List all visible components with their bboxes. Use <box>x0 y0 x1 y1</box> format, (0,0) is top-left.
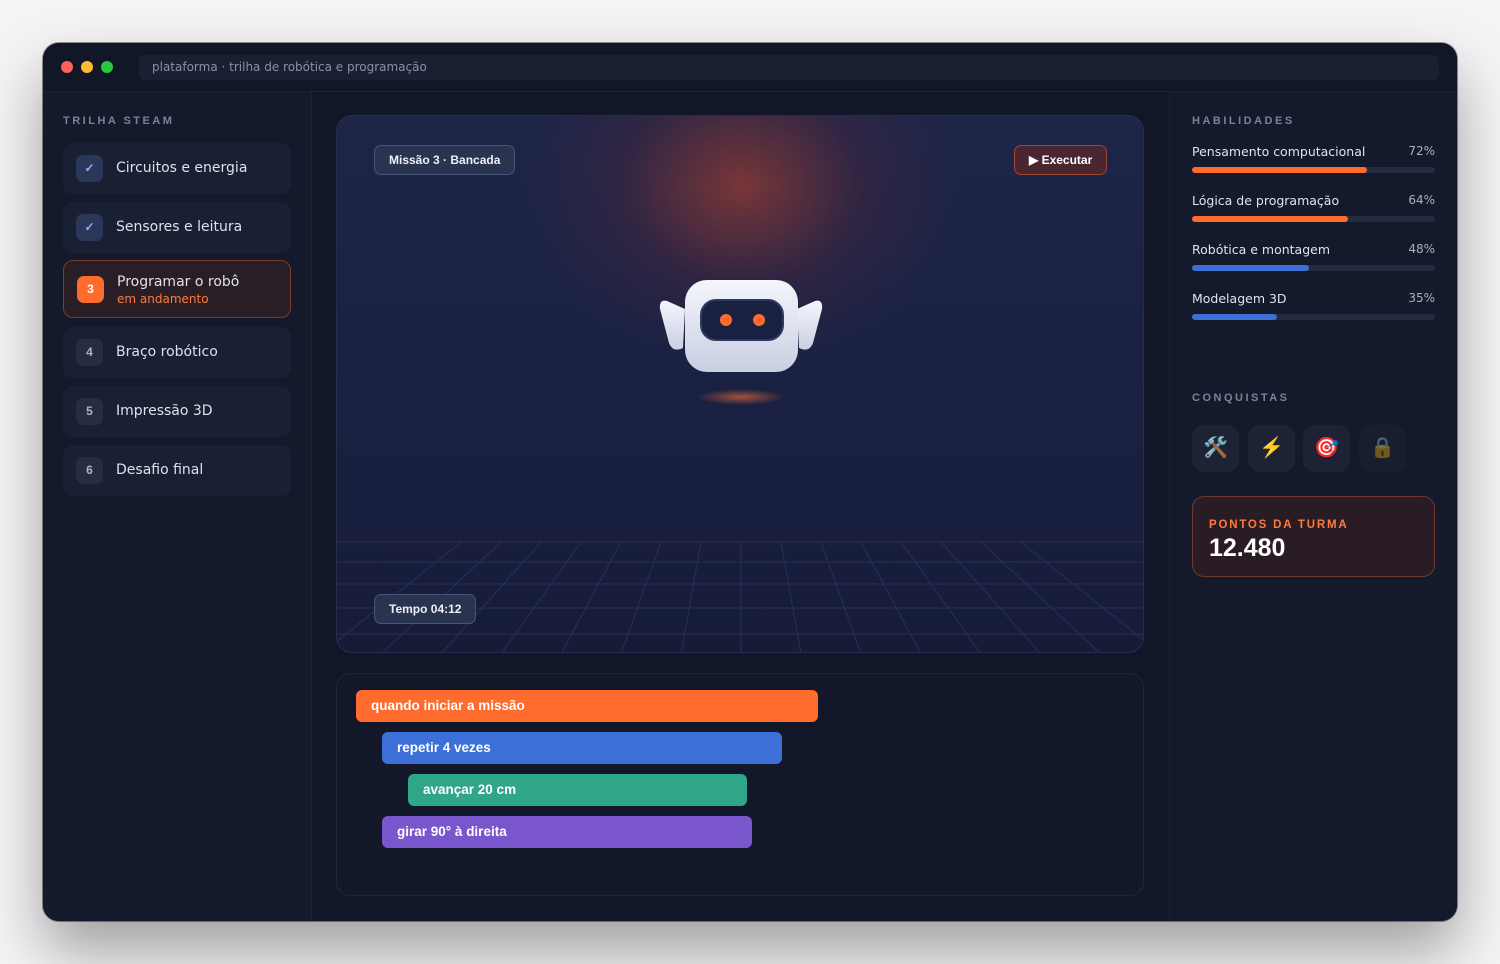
code-block-turn[interactable]: girar 90° à direita <box>382 816 752 848</box>
points-value: 12.480 <box>1209 534 1286 562</box>
skill-percent: 48% <box>1408 242 1435 256</box>
step-item-2[interactable]: ✓ Sensores e leitura <box>63 202 291 253</box>
skill-progress-fill <box>1192 265 1309 271</box>
step-label: Desafio final <box>116 462 204 478</box>
skill-name: Robótica e montagem <box>1192 242 1331 257</box>
points-label: PONTOS DA TURMA <box>1209 519 1349 531</box>
skill-progress-bar <box>1192 167 1435 173</box>
lock-icon[interactable]: 🔒 <box>1359 425 1406 472</box>
skill-percent: 64% <box>1408 193 1435 207</box>
minimize-window-button[interactable] <box>81 61 93 73</box>
grid-floor <box>337 541 1143 652</box>
achievements-title: CONQUISTAS <box>1192 392 1290 404</box>
title-bar: plataforma · trilha de robótica e progra… <box>43 43 1457 92</box>
step-item-3-active[interactable]: 3 Programar o robô em andamento <box>63 260 291 318</box>
step-label: Sensores e leitura <box>116 219 243 235</box>
check-icon: ✓ <box>76 214 103 241</box>
skill-name: Lógica de programação <box>1192 193 1340 208</box>
skill-progress-fill <box>1192 167 1367 173</box>
address-bar[interactable]: plataforma · trilha de robótica e progra… <box>139 55 1439 80</box>
step-status: em andamento <box>117 292 209 306</box>
skill-progress-bar <box>1192 216 1435 222</box>
mission-label: Missão 3 · Bancada <box>374 145 516 175</box>
step-label: Braço robótico <box>116 344 218 360</box>
sidebar-title: TRILHA STEAM <box>63 115 175 127</box>
step-number: 6 <box>76 457 103 484</box>
skill-item: Modelagem 3D 35% <box>1192 291 1435 331</box>
skill-percent: 35% <box>1408 291 1435 305</box>
step-label: Impressão 3D <box>116 403 213 419</box>
step-number: 4 <box>76 339 103 366</box>
skills-title: HABILIDADES <box>1192 115 1295 127</box>
code-block-repeat[interactable]: repetir 4 vezes <box>382 732 782 764</box>
sidebar: TRILHA STEAM ✓ Circuitos e energia ✓ Sen… <box>43 92 312 921</box>
skill-progress-bar <box>1192 265 1435 271</box>
lightning-icon[interactable]: ⚡ <box>1248 425 1295 472</box>
skill-progress-bar <box>1192 314 1435 320</box>
progress-panel: HABILIDADES Pensamento computacional 72%… <box>1169 92 1457 921</box>
app-window: plataforma · trilha de robótica e progra… <box>43 43 1457 921</box>
step-item-5[interactable]: 5 Impressão 3D <box>63 386 291 437</box>
run-button[interactable]: ▶ Executar <box>1014 145 1108 175</box>
skill-item: Robótica e montagem 48% <box>1192 242 1435 282</box>
check-icon: ✓ <box>76 155 103 182</box>
code-blocks-panel: quando iniciar a missão repetir 4 vezes … <box>336 673 1144 896</box>
skill-progress-fill <box>1192 216 1348 222</box>
skill-progress-fill <box>1192 314 1278 320</box>
code-block-event[interactable]: quando iniciar a missão <box>356 690 818 722</box>
close-window-button[interactable] <box>61 61 73 73</box>
step-label: Programar o robô <box>117 274 240 290</box>
robot-stage: Missão 3 · Bancada ▶ Executar Tempo 04:1… <box>336 115 1144 653</box>
step-item-1[interactable]: ✓ Circuitos e energia <box>63 143 291 194</box>
skill-percent: 72% <box>1408 144 1435 158</box>
timer-label: Tempo 04:12 <box>374 594 477 624</box>
code-block-move[interactable]: avançar 20 cm <box>408 774 747 806</box>
step-number: 3 <box>77 276 104 303</box>
maximize-window-button[interactable] <box>101 61 113 73</box>
robot-illustration <box>659 280 823 405</box>
step-label: Circuitos e energia <box>116 160 248 176</box>
skill-item: Pensamento computacional 72% <box>1192 144 1435 184</box>
step-item-4[interactable]: 4 Braço robótico <box>63 327 291 378</box>
skill-name: Modelagem 3D <box>1192 291 1287 306</box>
class-points-card: PONTOS DA TURMA 12.480 <box>1192 496 1435 577</box>
target-icon[interactable]: 🎯 <box>1303 425 1350 472</box>
tools-icon[interactable]: 🛠️ <box>1192 425 1239 472</box>
skill-item: Lógica de programação 64% <box>1192 193 1435 233</box>
step-item-6[interactable]: 6 Desafio final <box>63 445 291 496</box>
skill-name: Pensamento computacional <box>1192 144 1366 159</box>
step-number: 5 <box>76 398 103 425</box>
